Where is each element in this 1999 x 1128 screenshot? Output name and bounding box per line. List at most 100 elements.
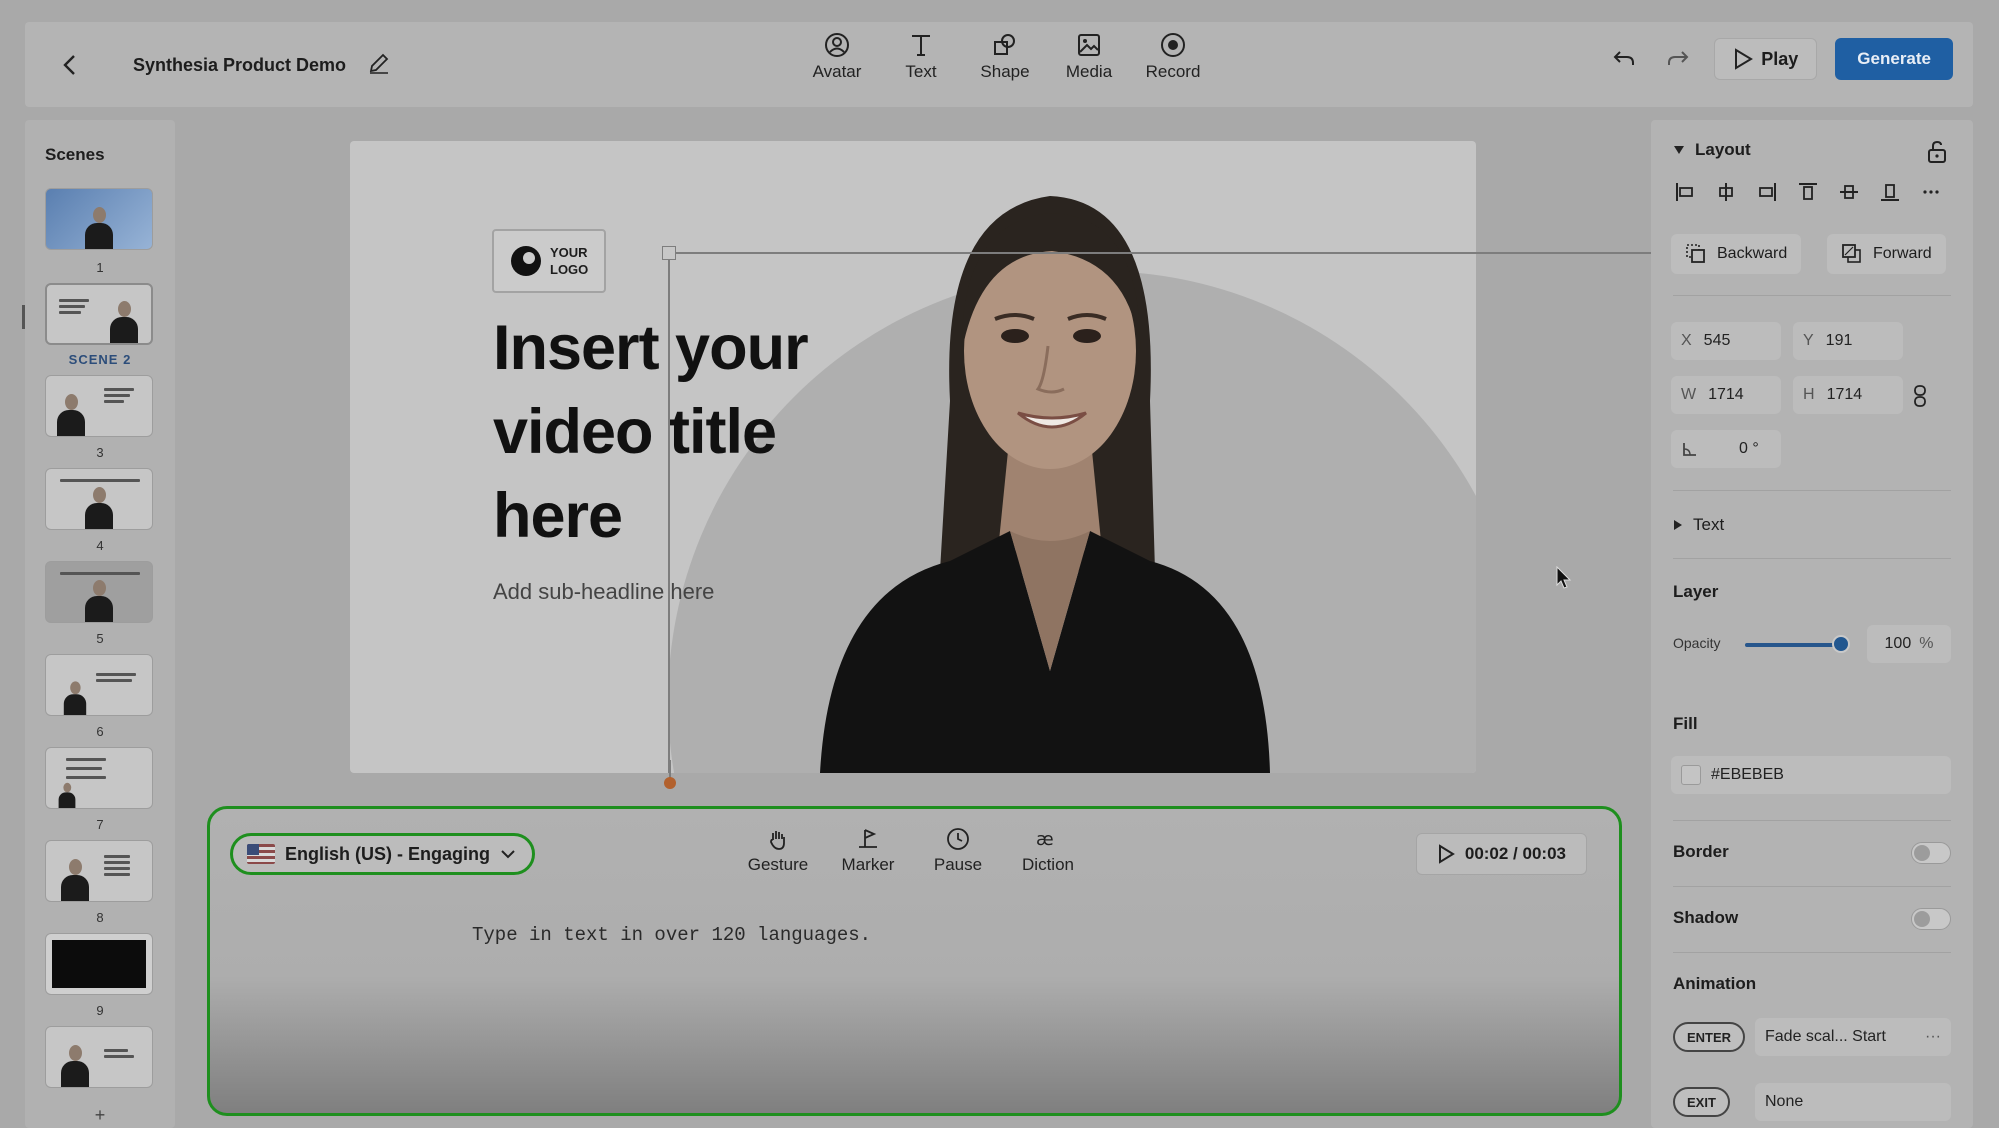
tool-record-label: Record bbox=[1145, 62, 1201, 81]
scene-thumbnail-5[interactable] bbox=[45, 561, 153, 623]
lock-button[interactable] bbox=[1927, 140, 1947, 169]
divider bbox=[1673, 295, 1951, 296]
tool-media[interactable]: Media bbox=[1047, 32, 1131, 82]
pause-button[interactable]: Pause bbox=[920, 827, 996, 875]
more-align-button[interactable] bbox=[1919, 180, 1943, 204]
gesture-icon bbox=[770, 831, 785, 850]
exit-animation-select[interactable]: None bbox=[1755, 1083, 1951, 1121]
opacity-slider-thumb[interactable] bbox=[1832, 635, 1850, 653]
scene-thumbnail-9[interactable] bbox=[45, 933, 153, 995]
aspect-lock-button[interactable] bbox=[1913, 384, 1927, 413]
marker-icon bbox=[859, 829, 877, 848]
opacity-input[interactable]: 100 % bbox=[1867, 625, 1951, 663]
bring-forward-button[interactable]: Forward bbox=[1827, 234, 1946, 274]
opacity-slider-track[interactable] bbox=[1745, 643, 1841, 647]
script-text-area[interactable]: Type in text in over 120 languages. bbox=[472, 924, 871, 946]
undo-button[interactable] bbox=[1606, 41, 1642, 77]
y-position-field[interactable]: Y 191 bbox=[1793, 322, 1903, 360]
play-icon bbox=[1438, 844, 1455, 864]
align-center-horizontal-icon bbox=[1719, 183, 1733, 201]
scene-avatar-figure bbox=[63, 678, 87, 715]
enter-animation-select[interactable]: Fade scal... Start ··· bbox=[1755, 1018, 1951, 1056]
scene-avatar-figure bbox=[84, 483, 114, 529]
tool-text[interactable]: Text bbox=[879, 32, 963, 82]
link-icon bbox=[1914, 385, 1926, 407]
top-bar: Synthesia Product Demo Avatar Text Shape… bbox=[25, 22, 1973, 107]
diction-label: Diction bbox=[1022, 855, 1074, 874]
align-right-button[interactable] bbox=[1755, 180, 1779, 204]
scene-avatar-figure bbox=[84, 576, 114, 622]
x-value: 545 bbox=[1703, 332, 1731, 349]
generate-button[interactable]: Generate bbox=[1835, 38, 1953, 80]
send-backward-icon bbox=[1686, 244, 1705, 263]
marker-button[interactable]: Marker bbox=[830, 827, 906, 875]
align-center-h-button[interactable] bbox=[1714, 180, 1738, 204]
scene-thumbnail-2[interactable] bbox=[45, 283, 153, 345]
presenter-avatar[interactable] bbox=[790, 151, 1290, 773]
tool-avatar[interactable]: Avatar bbox=[795, 32, 879, 82]
video-canvas[interactable]: YOUR LOGO Insert your video title here A… bbox=[350, 141, 1476, 773]
scene-thumbnail-6[interactable] bbox=[45, 654, 153, 716]
fill-color-field[interactable]: #EBEBEB bbox=[1671, 756, 1951, 794]
layout-section-toggle[interactable]: Layout bbox=[1673, 140, 1751, 160]
x-key: X bbox=[1681, 332, 1692, 349]
tool-record[interactable]: Record bbox=[1131, 32, 1215, 82]
scene-thumbnail-4[interactable] bbox=[45, 468, 153, 530]
rotation-field[interactable]: 0 ° bbox=[1671, 430, 1781, 468]
insert-toolbar: Avatar Text Shape Media Record bbox=[795, 32, 1215, 82]
play-button[interactable]: Play bbox=[1714, 38, 1818, 80]
align-bottom-button[interactable] bbox=[1878, 180, 1902, 204]
border-title: Border bbox=[1673, 842, 1729, 861]
text-icon bbox=[912, 35, 930, 56]
play-label: Play bbox=[1761, 48, 1799, 69]
height-field[interactable]: H 1714 bbox=[1793, 376, 1903, 414]
align-left-button[interactable] bbox=[1673, 180, 1697, 204]
project-title[interactable]: Synthesia Product Demo bbox=[133, 55, 346, 76]
align-middle-button[interactable] bbox=[1837, 180, 1861, 204]
panel-resize-handle[interactable] bbox=[22, 305, 25, 329]
add-scene-button[interactable]: + bbox=[25, 1105, 175, 1126]
scene-thumbnail-3[interactable] bbox=[45, 375, 153, 437]
fill-color-swatch[interactable] bbox=[1681, 765, 1701, 785]
scene-thumbnail-10[interactable] bbox=[45, 1026, 153, 1088]
shadow-toggle[interactable] bbox=[1911, 908, 1951, 930]
scenes-panel: Scenes 1 SCENE 2 3 4 5 6 7 8 9 + bbox=[25, 120, 175, 1128]
avatar-icon bbox=[825, 33, 849, 57]
align-right-icon bbox=[1759, 183, 1776, 201]
scene-avatar-figure bbox=[109, 297, 139, 343]
x-position-field[interactable]: X 545 bbox=[1671, 322, 1781, 360]
redo-button[interactable] bbox=[1660, 41, 1696, 77]
gesture-button[interactable]: Gesture bbox=[740, 827, 816, 875]
more-options-icon[interactable]: ··· bbox=[1925, 1028, 1941, 1046]
text-section-toggle[interactable]: Text bbox=[1673, 515, 1724, 535]
layer-title: Layer bbox=[1673, 582, 1719, 601]
tool-text-label: Text bbox=[905, 62, 937, 81]
logo-placeholder[interactable]: YOUR LOGO bbox=[492, 229, 606, 293]
more-horizontal-icon bbox=[1923, 190, 1939, 194]
tool-shape-label: Shape bbox=[980, 62, 1030, 81]
h-key: H bbox=[1803, 386, 1815, 403]
voice-language-label: English (US) - Engaging bbox=[285, 843, 490, 864]
media-icon bbox=[1078, 34, 1100, 56]
divider bbox=[1673, 490, 1951, 491]
rotation-handle[interactable] bbox=[664, 777, 676, 789]
text-section-title: Text bbox=[1693, 515, 1725, 534]
angle-icon bbox=[1683, 443, 1696, 456]
scene-thumbnail-7[interactable] bbox=[45, 747, 153, 809]
scene-thumbnail-1[interactable] bbox=[45, 188, 153, 250]
align-top-icon bbox=[1799, 183, 1817, 200]
preview-play-button[interactable]: 00:02 / 00:03 bbox=[1415, 833, 1587, 875]
border-toggle[interactable] bbox=[1911, 842, 1951, 864]
rename-button[interactable] bbox=[368, 52, 390, 79]
align-top-button[interactable] bbox=[1796, 180, 1820, 204]
diction-button[interactable]: æ Diction bbox=[1010, 827, 1086, 875]
send-backward-button[interactable]: Backward bbox=[1671, 234, 1802, 274]
tool-shape[interactable]: Shape bbox=[963, 32, 1047, 82]
resize-handle-top-left[interactable] bbox=[662, 246, 676, 260]
back-button[interactable] bbox=[55, 50, 85, 80]
subheadline-text[interactable]: Add sub-headline here bbox=[493, 579, 714, 605]
scene-thumbnail-8[interactable] bbox=[45, 840, 153, 902]
tool-media-label: Media bbox=[1065, 62, 1113, 81]
voice-language-dropdown[interactable]: English (US) - Engaging bbox=[230, 833, 535, 875]
width-field[interactable]: W 1714 bbox=[1671, 376, 1781, 414]
